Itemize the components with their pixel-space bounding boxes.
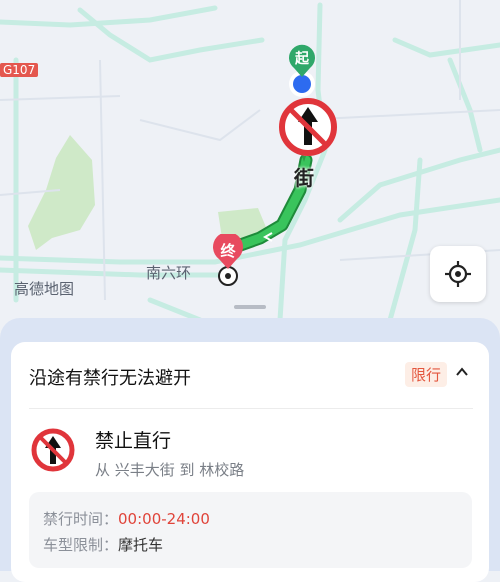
end-marker[interactable]: 终	[212, 232, 244, 270]
restriction-card-title: 沿途有禁行无法避开	[29, 368, 191, 389]
highway-badge: G107	[0, 63, 39, 77]
time-row: 禁行时间：00:00-24:00	[43, 508, 210, 529]
time-value: 00:00-24:00	[118, 510, 210, 528]
start-marker-label: 起	[295, 51, 309, 67]
map-watermark: 高德地图	[14, 280, 75, 298]
start-marker[interactable]: 起	[288, 44, 316, 78]
restriction-details: 禁行时间：00:00-24:00 车型限制：摩托车	[29, 492, 472, 568]
vehicle-row: 车型限制：摩托车	[43, 534, 163, 555]
vehicle-value: 摩托车	[118, 536, 164, 554]
rule-subtitle: 从 兴丰大街 到 林校路	[95, 461, 245, 479]
restriction-card: 沿途有禁行无法避开 限行 禁止直行 从 兴丰大街 到 林校路 禁行时间：00:0…	[11, 342, 489, 582]
locate-button[interactable]	[430, 246, 486, 302]
rule-title: 禁止直行	[95, 430, 172, 452]
time-label: 禁行时间：	[43, 510, 119, 528]
vehicle-label: 车型限制：	[43, 536, 119, 554]
end-marker-label: 终	[220, 242, 236, 260]
restriction-tag: 限行	[405, 362, 448, 387]
street-label: 街	[294, 166, 314, 190]
no-straight-sign-icon	[31, 428, 75, 476]
divider	[29, 408, 473, 409]
road-label-south-sixth-ring: 南六环	[146, 264, 192, 282]
locate-crosshair-icon	[445, 261, 471, 287]
chevron-up-icon[interactable]	[454, 364, 470, 384]
sheet-drag-handle[interactable]	[234, 305, 266, 309]
